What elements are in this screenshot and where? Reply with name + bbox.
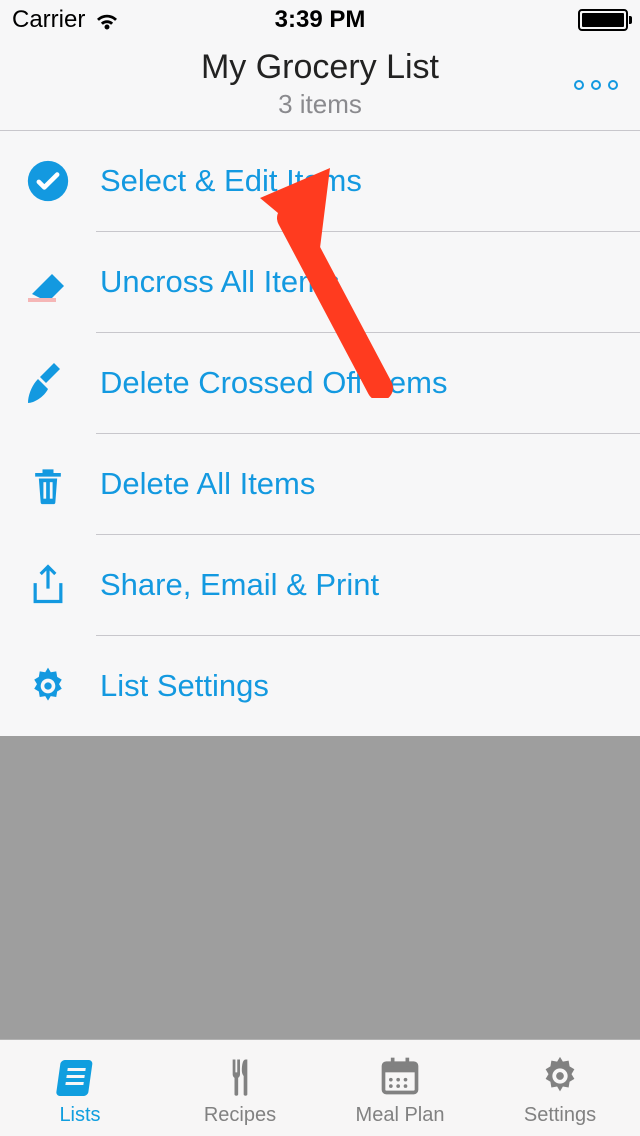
tab-label: Meal Plan — [356, 1104, 445, 1127]
trash-icon — [24, 460, 72, 508]
tab-label: Settings — [524, 1104, 596, 1127]
settings-icon — [534, 1050, 586, 1102]
menu-label: Delete Crossed Off Items — [100, 365, 447, 401]
eraser-icon — [24, 258, 72, 306]
tab-label: Recipes — [204, 1104, 276, 1127]
meal-plan-icon — [374, 1050, 426, 1102]
menu-label: Select & Edit Items — [100, 163, 362, 199]
status-time: 3:39 PM — [275, 6, 366, 34]
menu-list: Select & Edit Items Uncross All Items De… — [0, 131, 640, 736]
status-left: Carrier — [12, 6, 121, 34]
tab-settings[interactable]: Settings — [480, 1040, 640, 1136]
tab-recipes[interactable]: Recipes — [160, 1040, 320, 1136]
tab-lists[interactable]: Lists — [0, 1040, 160, 1136]
page-title: My Grocery List — [16, 48, 624, 87]
status-bar: Carrier 3:39 PM — [0, 0, 640, 40]
menu-item-select-edit[interactable]: Select & Edit Items — [0, 131, 640, 231]
check-circle-icon — [24, 157, 72, 205]
battery-icon — [578, 9, 628, 31]
recipes-icon — [214, 1050, 266, 1102]
carrier-label: Carrier — [12, 6, 85, 34]
menu-item-uncross-all[interactable]: Uncross All Items — [0, 232, 640, 332]
menu-label: Delete All Items — [100, 466, 315, 502]
nav-header: My Grocery List 3 items — [0, 40, 640, 131]
menu-item-list-settings[interactable]: List Settings — [0, 636, 640, 736]
share-icon — [24, 561, 72, 609]
wifi-icon — [93, 10, 121, 30]
menu-item-delete-all[interactable]: Delete All Items — [0, 434, 640, 534]
menu-label: List Settings — [100, 668, 269, 704]
lists-icon — [54, 1050, 106, 1102]
broom-icon — [24, 359, 72, 407]
menu-label: Share, Email & Print — [100, 567, 379, 603]
menu-item-share[interactable]: Share, Email & Print — [0, 535, 640, 635]
tab-meal-plan[interactable]: Meal Plan — [320, 1040, 480, 1136]
menu-item-delete-crossed[interactable]: Delete Crossed Off Items — [0, 333, 640, 433]
page-subtitle: 3 items — [16, 89, 624, 120]
tab-label: Lists — [59, 1104, 100, 1127]
gear-icon — [24, 662, 72, 710]
more-options-button[interactable] — [574, 80, 618, 90]
tab-bar: Lists Recipes Meal Plan Settings — [0, 1039, 640, 1136]
menu-label: Uncross All Items — [100, 264, 339, 300]
